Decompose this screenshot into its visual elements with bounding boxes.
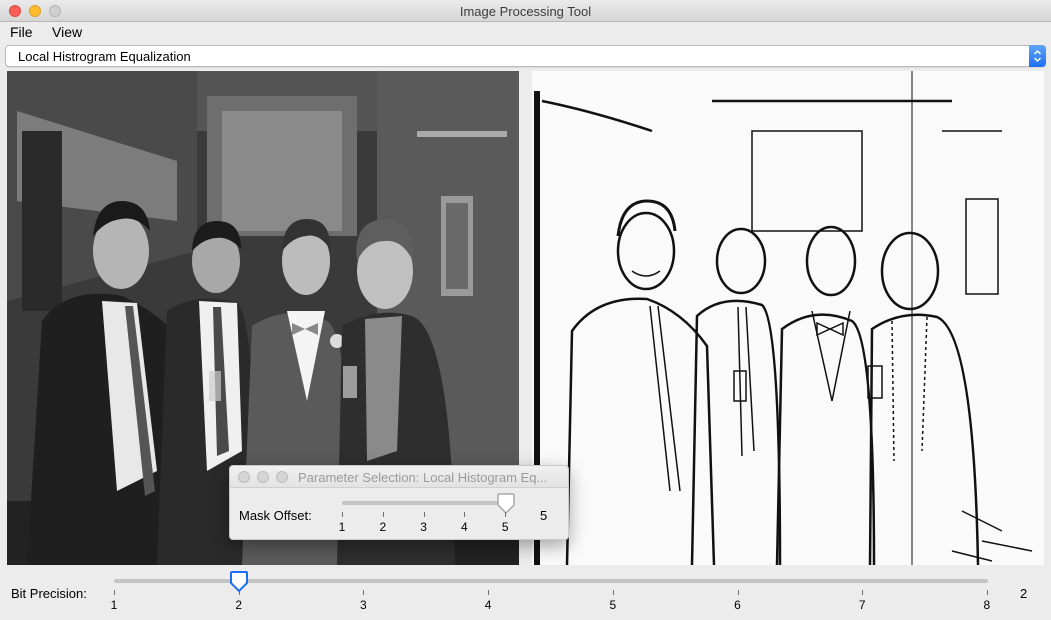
mask-offset-label: Mask Offset: [239, 508, 312, 523]
slider-tick-label: 5 [501, 520, 509, 534]
slider-tick [986, 590, 988, 595]
filter-select-value: Local Histrogram Equalization [18, 49, 191, 64]
mask-offset-value: 5 [540, 508, 548, 523]
slider-tick-label: 1 [338, 520, 346, 534]
slider-tick-label: 3 [420, 520, 427, 534]
slider-tick-label: 5 [609, 598, 617, 612]
bit-precision-panel: Bit Precision: 2 1 2 3 4 5 6 7 8 [0, 566, 1051, 620]
processed-image [532, 71, 1044, 565]
dialog-minimize-button[interactable] [257, 471, 269, 483]
window-title: Image Processing Tool [459, 4, 592, 19]
bit-precision-label: Bit Precision: [11, 586, 87, 601]
mask-offset-track[interactable] [342, 501, 506, 505]
dialog-zoom-button[interactable] [276, 471, 288, 483]
slider-tick-label: 3 [360, 598, 367, 612]
bit-precision-value: 2 [1020, 586, 1028, 601]
chevron-updown-icon[interactable] [1029, 45, 1046, 67]
slider-tick [737, 590, 739, 595]
slider-tick [505, 512, 507, 517]
menu-file[interactable]: File [10, 24, 33, 40]
slider-tick-label: 4 [461, 520, 468, 534]
dialog-title-bar[interactable]: Parameter Selection: Local Histogram Eq.… [230, 466, 568, 488]
slider-tick-label: 6 [734, 598, 741, 612]
slider-tick [862, 590, 864, 595]
slider-tick [488, 590, 490, 595]
slider-tick [363, 590, 365, 595]
slider-tick [464, 512, 466, 517]
menu-bar: File View [0, 22, 1051, 43]
slider-tick [382, 512, 384, 517]
slider-tick-label: 2 [235, 598, 243, 612]
filter-select[interactable]: Local Histrogram Equalization [5, 45, 1046, 67]
slider-tick [423, 512, 425, 517]
slider-tick [342, 512, 343, 517]
slider-tick [114, 590, 115, 595]
slider-tick-label: 8 [983, 598, 991, 612]
slider-tick [612, 590, 614, 595]
parameter-dialog: Parameter Selection: Local Histogram Eq.… [229, 465, 569, 540]
dialog-close-button[interactable] [238, 471, 250, 483]
dialog-title: Parameter Selection: Local Histogram Eq.… [298, 470, 548, 485]
slider-tick-label: 2 [379, 520, 387, 534]
slider-tick [238, 590, 240, 595]
menu-view[interactable]: View [52, 24, 82, 40]
title-bar: Image Processing Tool [0, 0, 1051, 22]
slider-tick-label: 7 [858, 598, 866, 612]
slider-tick-label: 4 [484, 598, 492, 612]
slider-tick-label: 1 [110, 598, 118, 612]
